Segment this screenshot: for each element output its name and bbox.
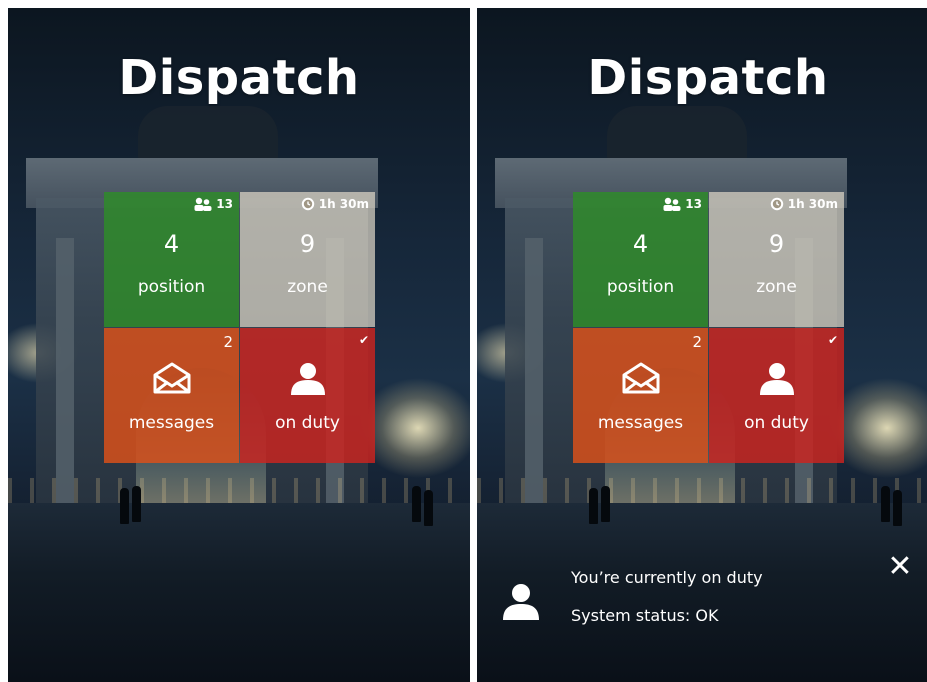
system-status-message: System status: OK (571, 606, 719, 625)
dispatch-screen-status: Dispatch 13 4 position 1h 30m 9 zone 2 m… (477, 8, 927, 682)
clock-icon (770, 197, 783, 211)
check-icon: ✔ (358, 333, 369, 347)
position-label: position (606, 277, 675, 297)
zone-label: zone (756, 277, 797, 297)
background-plaza (8, 503, 470, 682)
messages-badge-count: 2 (223, 333, 233, 351)
duty-status-message: You’re currently on duty (571, 568, 763, 587)
messages-label: messages (128, 413, 215, 433)
zone-number: 9 (768, 230, 785, 258)
dispatch-screen-home: Dispatch 13 4 position 1h 30m 9 zone 2 m… (8, 8, 470, 682)
tile-zone[interactable]: 1h 30m 9 zone (709, 192, 844, 327)
people-icon (194, 197, 212, 211)
clock-icon (301, 197, 314, 211)
position-number: 4 (632, 230, 649, 258)
tile-on-duty[interactable]: ✔ on duty (709, 328, 844, 463)
messages-label: messages (597, 413, 684, 433)
person-icon (503, 584, 539, 620)
person-icon (291, 363, 325, 395)
close-notification-button[interactable]: ✕ (887, 552, 913, 582)
tile-messages[interactable]: 2 messages (104, 328, 239, 463)
app-title: Dispatch (118, 50, 360, 106)
tile-position[interactable]: 13 4 position (104, 192, 239, 327)
position-badge-count: 13 (216, 197, 233, 211)
zone-number: 9 (299, 230, 316, 258)
position-badge: 13 (663, 197, 702, 211)
dashboard-grid: 13 4 position 1h 30m 9 zone 2 messages ✔… (104, 192, 375, 463)
zone-badge-time: 1h 30m (787, 197, 838, 211)
zone-badge-time: 1h 30m (318, 197, 369, 211)
position-badge-count: 13 (685, 197, 702, 211)
messages-badge: 2 (223, 333, 233, 351)
people-icon (663, 197, 681, 211)
on-duty-badge: ✔ (828, 333, 838, 347)
background-plaza (477, 503, 927, 682)
check-icon: ✔ (827, 333, 838, 347)
tile-on-duty[interactable]: ✔ on duty (240, 328, 375, 463)
position-number: 4 (163, 230, 180, 258)
zone-badge: 1h 30m (301, 197, 369, 211)
zone-label: zone (287, 277, 328, 297)
zone-badge: 1h 30m (770, 197, 838, 211)
on-duty-badge: ✔ (359, 333, 369, 347)
tile-zone[interactable]: 1h 30m 9 zone (240, 192, 375, 327)
on-duty-label: on duty (275, 413, 340, 433)
envelope-icon (153, 362, 191, 394)
on-duty-label: on duty (744, 413, 809, 433)
position-label: position (137, 277, 206, 297)
messages-badge-count: 2 (692, 333, 702, 351)
app-title: Dispatch (587, 50, 829, 106)
person-icon (760, 363, 794, 395)
tile-position[interactable]: 13 4 position (573, 192, 708, 327)
dashboard-grid: 13 4 position 1h 30m 9 zone 2 messages ✔… (573, 192, 844, 463)
envelope-icon (622, 362, 660, 394)
messages-badge: 2 (692, 333, 702, 351)
position-badge: 13 (194, 197, 233, 211)
tile-messages[interactable]: 2 messages (573, 328, 708, 463)
